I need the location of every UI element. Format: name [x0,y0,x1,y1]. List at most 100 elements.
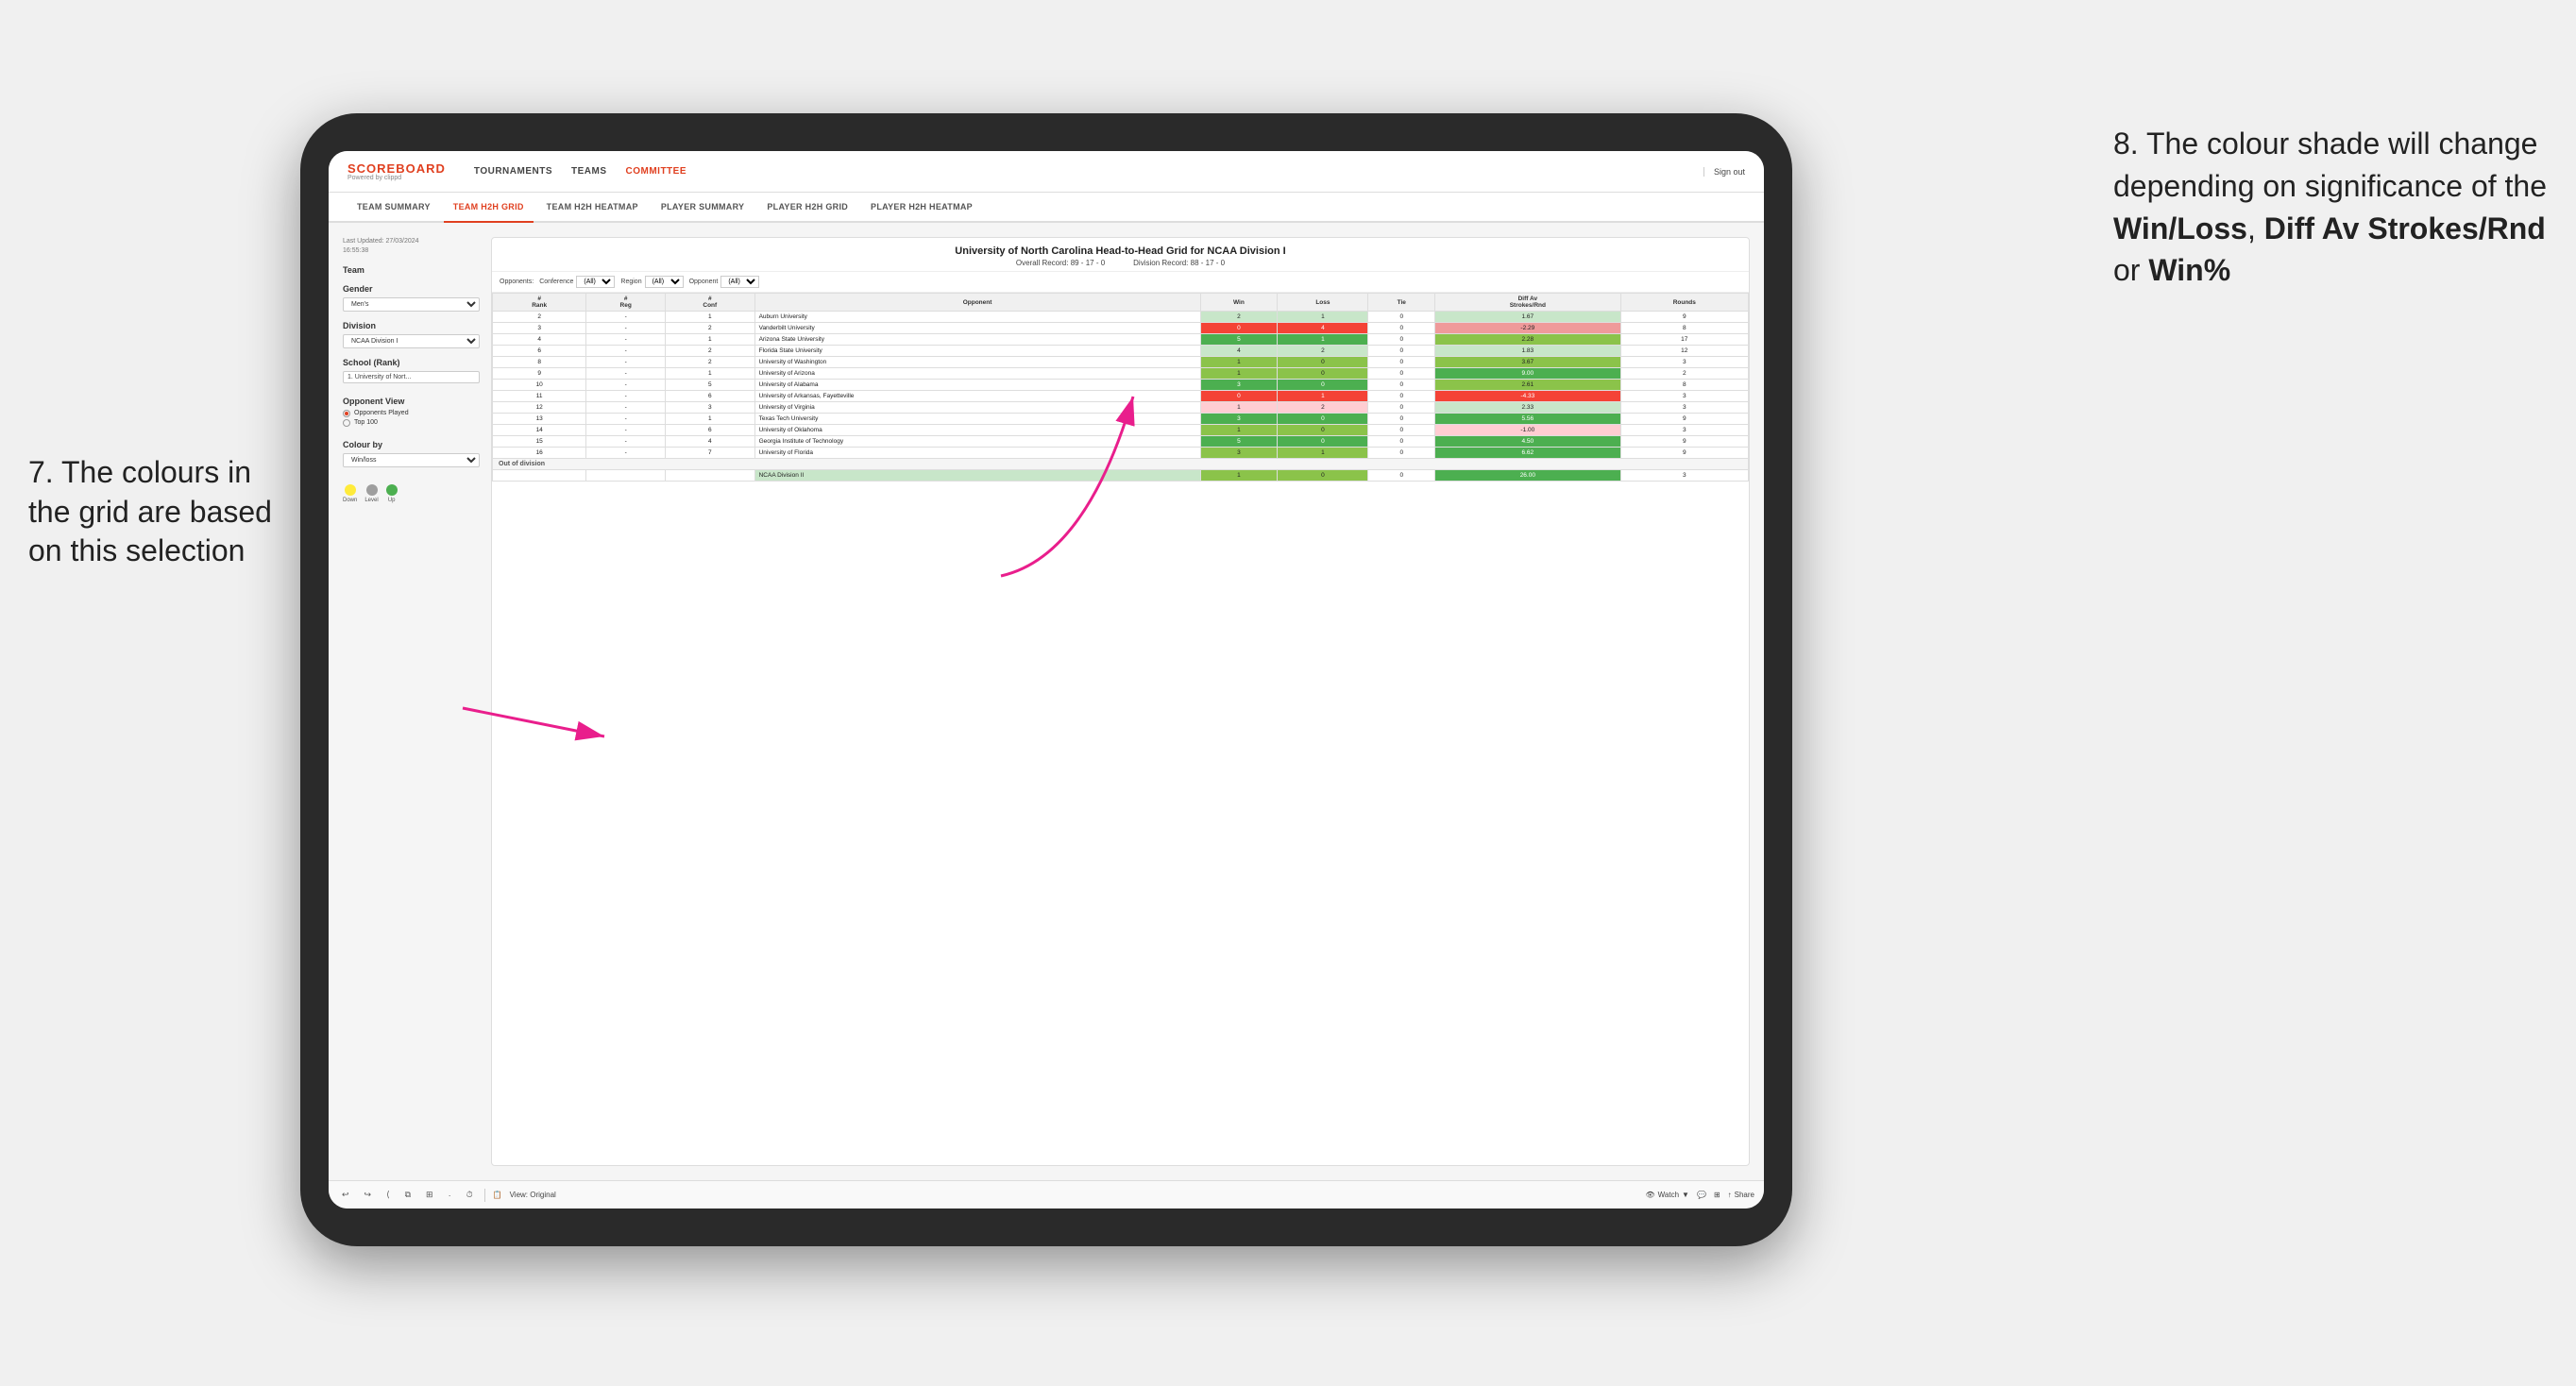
cell-tie: 0 [1368,414,1435,425]
team-label: Team [343,265,480,275]
conference-select[interactable]: (All) [576,276,615,288]
tab-player-h2h-heatmap[interactable]: PLAYER H2H HEATMAP [861,193,982,223]
logo-main: SCOREBOARD [347,162,446,175]
out-cell-conf [665,470,754,482]
tab-player-h2h-grid[interactable]: PLAYER H2H GRID [757,193,857,223]
cell-loss: 2 [1278,346,1368,357]
table-row: 14 - 6 University of Oklahoma 1 0 0 -1.0… [493,425,1749,436]
team-section: Team [343,265,480,275]
cell-conf: 5 [665,380,754,391]
cell-reg: - [586,448,666,459]
radio-dot-top100 [343,419,350,427]
tab-player-summary[interactable]: PLAYER SUMMARY [652,193,754,223]
cell-rounds: 17 [1620,334,1748,346]
cell-loss: 2 [1278,402,1368,414]
toolbar-right: 👁 Watch ▼ 💬 ⊞ ↑ Share [1646,1191,1754,1199]
radio-opponents-played[interactable]: Opponents Played [343,410,480,417]
present-btn[interactable]: ⊞ [1714,1191,1720,1199]
opponent-filter: Opponent (All) [689,276,760,288]
cell-rank: 10 [493,380,586,391]
watch-btn[interactable]: 👁 Watch ▼ [1646,1191,1689,1199]
toolbar-paste[interactable]: ⊞ [422,1188,437,1202]
cell-reg: - [586,436,666,448]
grid-subtitle: Overall Record: 89 - 17 - 0 Division Rec… [503,259,1737,267]
col-reg: #Reg [586,294,666,312]
cell-rounds: 8 [1620,380,1748,391]
toolbar-view[interactable]: View: Original [510,1191,556,1199]
sign-out[interactable]: Sign out [1703,167,1745,177]
division-section: Division NCAA Division I [343,321,480,348]
toolbar-undo[interactable]: ↩ [338,1188,353,1202]
col-win: Win [1200,294,1278,312]
table-row: 11 - 6 University of Arkansas, Fayettevi… [493,391,1749,402]
toolbar-back[interactable]: ⟨ [382,1188,394,1202]
out-cell-team: NCAA Division II [754,470,1200,482]
cell-reg: - [586,312,666,323]
tab-team-summary[interactable]: TEAM SUMMARY [347,193,440,223]
cell-win: 3 [1200,414,1278,425]
table-row: 4 - 1 Arizona State University 5 1 0 2.2… [493,334,1749,346]
legend-up-label: Up [388,498,396,503]
division-select[interactable]: NCAA Division I [343,334,480,348]
cell-rounds: 3 [1620,391,1748,402]
cell-win: 3 [1200,448,1278,459]
opponent-view-label: Opponent View [343,397,480,406]
out-cell-win: 1 [1200,470,1278,482]
gender-section: Gender Men's [343,284,480,312]
nav-teams[interactable]: TEAMS [571,166,607,177]
radio-top-100[interactable]: Top 100 [343,419,480,427]
nav-committee[interactable]: COMMITTEE [626,166,687,177]
out-cell-loss: 0 [1278,470,1368,482]
region-filter-label: Region [620,279,641,285]
out-cell-tie: 0 [1368,470,1435,482]
cell-tie: 0 [1368,323,1435,334]
comment-btn[interactable]: 💬 [1697,1191,1706,1199]
toolbar-copy[interactable]: ⧉ [401,1188,415,1202]
table-row: 8 - 2 University of Washington 1 0 0 3.6… [493,357,1749,368]
table-row: 3 - 2 Vanderbilt University 0 4 0 -2.29 … [493,323,1749,334]
cell-tie: 0 [1368,334,1435,346]
division-record: Division Record: 88 - 17 - 0 [1133,259,1225,267]
share-btn[interactable]: ↑ Share [1728,1191,1754,1199]
cell-win: 3 [1200,380,1278,391]
cell-rounds: 3 [1620,402,1748,414]
tab-team-h2h-grid[interactable]: TEAM H2H GRID [444,193,534,223]
annotation-right: 8. The colour shade will change dependin… [2113,123,2548,292]
top-nav: SCOREBOARD Powered by clippd TOURNAMENTS… [329,151,1764,193]
cell-diff: 2.28 [1435,334,1620,346]
region-select[interactable]: (All) [645,276,684,288]
out-cell-rounds: 3 [1620,470,1748,482]
out-of-division-row: NCAA Division II 1 0 0 26.00 3 [493,470,1749,482]
cell-loss: 0 [1278,425,1368,436]
cell-diff: -2.29 [1435,323,1620,334]
cell-loss: 1 [1278,448,1368,459]
toolbar-redo[interactable]: ↪ [361,1188,376,1202]
legend-up-circle [386,484,398,496]
cell-conf: 2 [665,323,754,334]
last-updated: Last Updated: 27/03/2024 16:55:38 [343,237,480,256]
tablet-device: SCOREBOARD Powered by clippd TOURNAMENTS… [300,113,1792,1246]
cell-conf: 1 [665,334,754,346]
cell-conf: 6 [665,391,754,402]
opponent-select[interactable]: (All) [720,276,759,288]
nav-links: TOURNAMENTS TEAMS COMMITTEE [474,166,686,177]
cell-conf: 3 [665,402,754,414]
nav-tournaments[interactable]: TOURNAMENTS [474,166,552,177]
colour-by-section: Colour by Win/loss [343,436,480,467]
colour-by-select[interactable]: Win/loss [343,453,480,467]
cell-tie: 0 [1368,312,1435,323]
table-row: 6 - 2 Florida State University 4 2 0 1.8… [493,346,1749,357]
out-cell-diff: 26.00 [1435,470,1620,482]
gender-select[interactable]: Men's [343,297,480,312]
cell-team: University of Oklahoma [754,425,1200,436]
overall-record: Overall Record: 89 - 17 - 0 [1016,259,1105,267]
toolbar-clock[interactable]: ⏱ [463,1188,477,1202]
legend-up: Up [386,484,398,503]
cell-rank: 3 [493,323,586,334]
col-rounds: Rounds [1620,294,1748,312]
cell-reg: - [586,334,666,346]
cell-team: Florida State University [754,346,1200,357]
tab-team-h2h-heatmap[interactable]: TEAM H2H HEATMAP [537,193,648,223]
cell-rounds: 2 [1620,368,1748,380]
out-of-division-label: Out of division [493,459,1749,470]
